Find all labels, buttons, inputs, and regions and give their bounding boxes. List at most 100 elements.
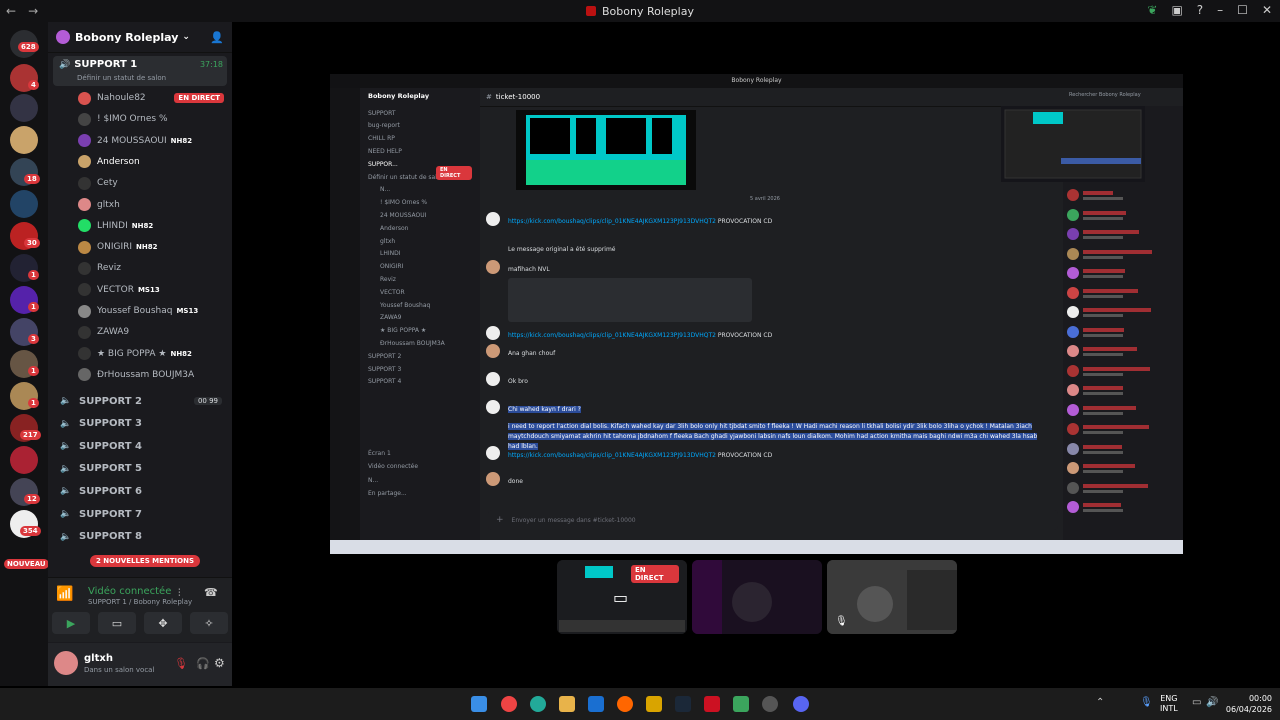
member-row[interactable] (1067, 247, 1175, 261)
plus-icon[interactable]: + (496, 515, 504, 525)
message-input[interactable]: Envoyer un message dans #ticket-10000 (512, 517, 636, 524)
voice-member[interactable]: Nahoule82 EN DIRECT (48, 88, 232, 108)
voice-member[interactable]: Youssef Boushaq MS13 (48, 301, 232, 321)
message-text[interactable]: https://kick.com/boushaq/clips/clip_01KN… (508, 452, 716, 459)
active-voice-channel[interactable]: 🔊 SUPPORT 1 37:18 Définir un statut de s… (53, 56, 227, 86)
avatar[interactable] (54, 651, 78, 675)
stream-thumbnail[interactable]: EN DIRECT ▭ (557, 560, 687, 634)
camera-thumbnail[interactable]: 🎙 (827, 560, 957, 634)
soundwave-icon[interactable]: ⫶ (178, 588, 181, 599)
chevron-up-icon[interactable]: ⌃ (1096, 697, 1104, 708)
server-icon[interactable] (10, 190, 38, 218)
member-row[interactable] (1067, 325, 1175, 339)
voice-channel[interactable]: 🔈 SUPPORT 7 (48, 504, 232, 524)
notes-icon[interactable] (646, 696, 662, 712)
member-row[interactable] (1067, 266, 1175, 280)
member-row[interactable] (1067, 500, 1175, 514)
server-icon[interactable] (10, 446, 38, 474)
voice-member[interactable]: VECTOR MS13 (48, 280, 232, 300)
voice-channel[interactable]: 🔈 SUPPORT 6 (48, 481, 232, 501)
member-row[interactable] (1067, 227, 1175, 241)
clock-date[interactable]: 06/04/2026 (1226, 704, 1272, 715)
new-badge[interactable]: NOUVEAU (4, 559, 49, 569)
app-icon[interactable] (733, 696, 749, 712)
voice-member[interactable]: Anderson (48, 152, 232, 172)
close-icon[interactable]: ✕ (1262, 3, 1272, 17)
new-mentions-badge[interactable]: 2 NOUVELLES MENTIONS (90, 555, 201, 567)
avatar[interactable] (486, 326, 500, 340)
headphones-icon[interactable]: 🎧 (196, 657, 210, 670)
gear-icon[interactable]: ⚙ (214, 656, 225, 670)
voice-member[interactable]: ★ BIG POPPA ★ NH82 (48, 344, 232, 364)
member-row[interactable] (1067, 188, 1175, 202)
help-icon[interactable]: ? (1197, 3, 1203, 17)
mute-icon[interactable]: 🎙 (174, 657, 188, 670)
chrome-icon[interactable] (501, 696, 517, 712)
minimize-icon[interactable]: – (1217, 3, 1223, 17)
add-user-icon[interactable]: 👤 (210, 31, 224, 44)
voice-member[interactable]: Reviz (48, 258, 232, 278)
edge-icon[interactable] (530, 696, 546, 712)
member-row[interactable] (1067, 403, 1175, 417)
member-row[interactable] (1067, 442, 1175, 456)
message-text[interactable]: https://kick.com/boushaq/clips/clip_01KN… (508, 218, 716, 225)
voice-channel[interactable]: 🔈 SUPPORT 5 (48, 459, 232, 479)
voice-member[interactable]: ONIGIRI NH82 (48, 237, 232, 257)
camera-button[interactable]: ▶ (52, 612, 90, 634)
firefox-icon[interactable] (617, 696, 633, 712)
voice-connected-subtitle[interactable]: SUPPORT 1 / Bobony Roleplay (88, 598, 192, 606)
maximize-icon[interactable]: ☐ (1237, 3, 1248, 17)
image-embed[interactable] (508, 278, 752, 322)
avatar[interactable] (486, 260, 500, 274)
search-input[interactable]: Rechercher Bobony Roleplay (1063, 88, 1183, 106)
avatar[interactable] (486, 344, 500, 358)
app-icon[interactable] (762, 696, 778, 712)
avatar[interactable] (486, 372, 500, 386)
steam-icon[interactable] (675, 696, 691, 712)
member-row[interactable] (1067, 208, 1175, 222)
voice-member[interactable]: gltxh (48, 195, 232, 215)
avatar[interactable] (486, 212, 500, 226)
voice-channel[interactable]: 🔈 SUPPORT 4 (48, 436, 232, 456)
server-icon[interactable] (10, 126, 38, 154)
voice-member[interactable]: LHINDI NH82 (48, 216, 232, 236)
member-row[interactable] (1067, 461, 1175, 475)
member-row[interactable] (1067, 481, 1175, 495)
language[interactable]: ENG (1160, 694, 1178, 704)
start-icon[interactable] (471, 696, 487, 712)
disconnect-icon[interactable]: ☎ (204, 586, 218, 599)
member-row[interactable] (1067, 286, 1175, 300)
mic-icon[interactable]: 🎙 (1140, 697, 1153, 708)
outlook-icon[interactable] (588, 696, 604, 712)
voice-member[interactable]: 24 MOUSSAOUI NH82 (48, 131, 232, 151)
member-row[interactable] (1067, 364, 1175, 378)
voice-member[interactable]: ZAWA9 (48, 322, 232, 342)
voice-channel[interactable]: 🔈 SUPPORT 2 00 99 (48, 391, 232, 411)
member-row[interactable] (1067, 305, 1175, 319)
voice-member[interactable]: ! $IMO Ornes % (48, 109, 232, 129)
voice-member[interactable]: ÐrHoussam BOUJM3A (48, 365, 232, 385)
stream-view[interactable]: Bobony Roleplay Bobony Roleplay SUPPORT b… (330, 74, 1183, 554)
member-row[interactable] (1067, 383, 1175, 397)
leaf-icon[interactable]: ❦ (1147, 3, 1157, 17)
camera-thumbnail[interactable] (692, 560, 822, 634)
member-row[interactable] (1067, 344, 1175, 358)
inbox-icon[interactable]: ▣ (1171, 3, 1182, 17)
avatar[interactable] (486, 446, 500, 460)
avatar[interactable] (486, 472, 500, 486)
keyboard-layout[interactable]: INTL (1160, 704, 1178, 714)
monitor-icon[interactable]: ▭ (1192, 697, 1201, 708)
voice-member[interactable]: Cety (48, 173, 232, 193)
voice-channel[interactable]: 🔈 SUPPORT 3 (48, 414, 232, 434)
message-text[interactable]: https://kick.com/boushaq/clips/clip_01KN… (508, 332, 716, 339)
screen-share-button[interactable]: ▭ (98, 612, 136, 634)
voice-status[interactable]: Définir un statut de salon (77, 74, 166, 82)
soundboard-button[interactable]: ✧ (190, 612, 228, 634)
guild-header[interactable]: Bobony Roleplay ⌄ 👤 (48, 22, 232, 53)
discord-icon[interactable] (793, 696, 809, 712)
app-icon[interactable] (704, 696, 720, 712)
clock-time[interactable]: 00:00 (1226, 693, 1272, 704)
avatar[interactable] (486, 400, 500, 414)
activities-button[interactable]: ✥ (144, 612, 182, 634)
folder-icon[interactable] (559, 696, 575, 712)
